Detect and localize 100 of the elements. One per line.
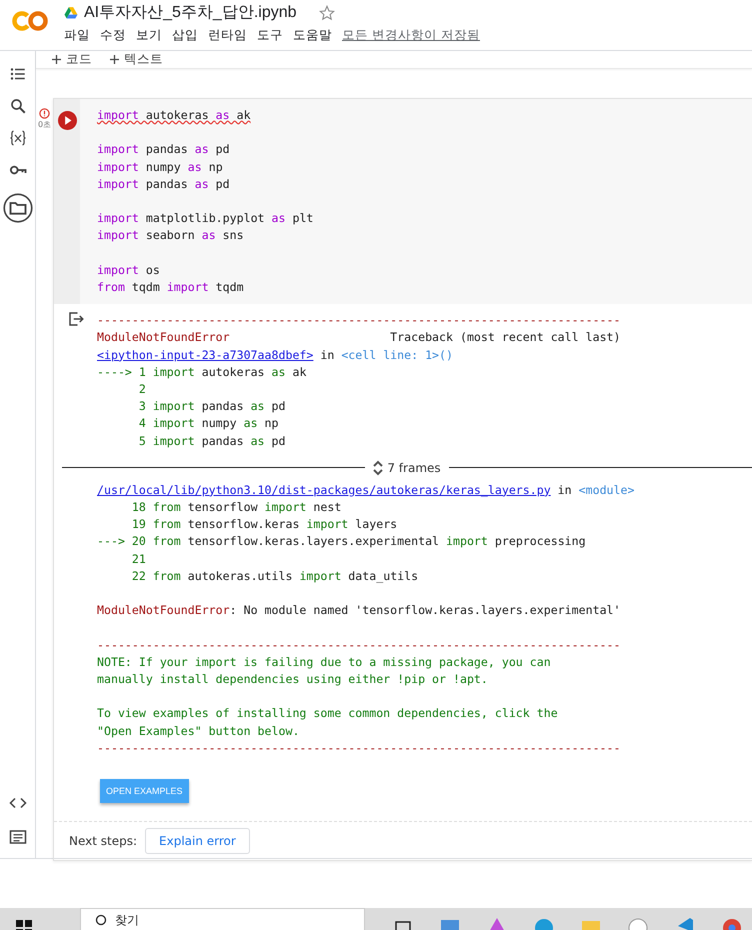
traceback-text: as	[250, 399, 265, 414]
traceback-text: autokeras.utils	[186, 568, 294, 583]
traceback-text: 22 from	[130, 568, 181, 583]
menu-item[interactable]: 수정	[100, 27, 126, 44]
traceback-text: numpy	[200, 416, 238, 430]
drive-icon	[64, 6, 78, 19]
traceback-text: ---> 20 from	[97, 534, 181, 548]
code-text: pandas	[144, 176, 189, 191]
traceback-text: import	[264, 500, 306, 514]
save-status-link[interactable]: 모든 변경사항이 저장됨	[342, 27, 480, 44]
traceback-text: 5 import	[138, 434, 195, 448]
code-text: plt	[291, 211, 314, 226]
code-text: import	[97, 176, 139, 191]
code-text: ak	[236, 108, 251, 122]
traceback-text: data_utils	[347, 568, 418, 583]
traceback-text: ak	[291, 364, 306, 379]
traceback-text: ----> 1 import	[97, 364, 195, 379]
output-icon[interactable]	[66, 310, 84, 328]
search-field[interactable]: 찾기	[80, 908, 365, 930]
code-text: as	[272, 211, 286, 226]
code-text: import	[97, 142, 139, 156]
menu-item[interactable]: 삽입	[172, 27, 198, 44]
traceback-text: 3 import	[138, 399, 195, 414]
search-icon	[95, 914, 107, 926]
add-cell-button[interactable]: 텍스트	[108, 51, 165, 68]
app-icon[interactable]	[628, 916, 648, 930]
traceback-text: NOTE: If your import is failing due to a missing package, you can	[97, 654, 551, 669]
code-text: import	[97, 228, 139, 242]
traceback-text: as	[250, 434, 265, 448]
traceback-text: pd	[270, 399, 286, 414]
code-text: as	[194, 142, 209, 156]
traceback-text: import	[446, 534, 488, 548]
traceback-text: 4 import	[138, 416, 195, 430]
code-text: pd	[214, 176, 230, 191]
run-icon[interactable]	[58, 111, 76, 130]
code-text: tqdm	[214, 280, 244, 294]
traceback-text: ModuleNotFoundError	[97, 330, 230, 344]
menu-item[interactable]: 도구	[257, 27, 283, 44]
traceback-text: Traceback (most recent call last)	[389, 330, 621, 344]
code-text: as	[216, 108, 230, 122]
traceback-text: <module>	[578, 482, 634, 497]
traceback-text: "Open Examples" button below.	[97, 724, 300, 738]
menu-item[interactable]: 파일	[64, 27, 90, 44]
menu-item[interactable]: 도움말	[293, 27, 332, 44]
notebook-title[interactable]: AI투자자산_5주차_답안.ipynb	[84, 2, 297, 23]
menu-item[interactable]: 보기	[136, 27, 162, 44]
code-text: sns	[222, 228, 244, 242]
menu-item[interactable]: 런타임	[208, 27, 247, 44]
code-text: pandas	[144, 142, 189, 156]
traceback-text: <cell line: 1>()	[341, 348, 453, 362]
code-text: as	[188, 160, 202, 174]
code-text: matplotlib.pyplot	[144, 211, 266, 226]
traceback-text: import	[306, 517, 348, 532]
traceback-text: pandas	[200, 399, 245, 414]
plus-icon	[110, 55, 119, 64]
traceback-text: : No module named 'tensorflow.keras.layers.experimental'	[230, 603, 621, 618]
frames-toggle[interactable]: 7 frames	[373, 460, 441, 476]
traceback-text: nest	[312, 500, 342, 514]
traceback-text: as	[272, 364, 286, 379]
traceback-text: layers	[354, 517, 398, 532]
execution-time: 0초	[38, 119, 52, 130]
terminal-icon[interactable]	[8, 828, 26, 846]
traceback-text: 2	[138, 382, 146, 396]
traceback-text: ---------------------------------------------------------------------------	[97, 638, 621, 652]
add-cell-button[interactable]: 코드	[50, 51, 94, 68]
code-text: pd	[214, 142, 230, 156]
explain-error-button[interactable]: Explain error	[145, 828, 250, 854]
expand-icon	[373, 460, 384, 476]
traceback-text: in	[556, 482, 573, 497]
traceback-text: in	[319, 348, 336, 362]
plus-icon	[52, 55, 61, 64]
traceback-text: as	[244, 416, 258, 430]
code-text: autokeras	[144, 108, 210, 122]
code-text: import	[97, 160, 139, 174]
traceback-text: pd	[270, 434, 286, 448]
next-steps-label: Next steps:	[69, 834, 138, 848]
file-link[interactable]: /usr/local/lib/python3.10/dist-packages/autokeras/keras_layers.py	[97, 482, 551, 497]
traceback-text: To view examples of installing some common dependencies, click the	[97, 706, 558, 720]
traceback-text: 18 from	[130, 500, 181, 514]
traceback-text: tensorflow	[186, 500, 259, 514]
search-icon[interactable]	[8, 97, 26, 115]
logo-icon[interactable]	[12, 10, 48, 32]
traceback-text: ModuleNotFoundError	[97, 603, 230, 618]
code-text: import	[97, 108, 139, 122]
code-text: as	[194, 176, 209, 191]
traceback-text: ---------------------------------------------------------------------------	[97, 740, 621, 755]
star-icon[interactable]	[318, 4, 335, 20]
traceback-text: 19 from	[130, 517, 181, 532]
traceback-text: tensorflow.keras.layers.experimental	[186, 534, 440, 548]
traceback-text: pandas	[200, 434, 245, 448]
traceback-text: np	[264, 416, 279, 430]
traceback-text: tensorflow.keras	[186, 517, 300, 532]
code-text: import	[97, 211, 139, 226]
code-text: seaborn	[144, 228, 196, 242]
traceback-text: ---------------------------------------------------------------------------	[97, 313, 621, 328]
code-text: os	[144, 262, 160, 277]
error-icon	[39, 108, 50, 119]
file-link[interactable]: <ipython-input-23-a7307aa8dbef>	[97, 348, 314, 362]
traceback-text: manually install dependencies using either !pip or !apt.	[97, 672, 488, 686]
traceback-text: import	[299, 568, 342, 583]
